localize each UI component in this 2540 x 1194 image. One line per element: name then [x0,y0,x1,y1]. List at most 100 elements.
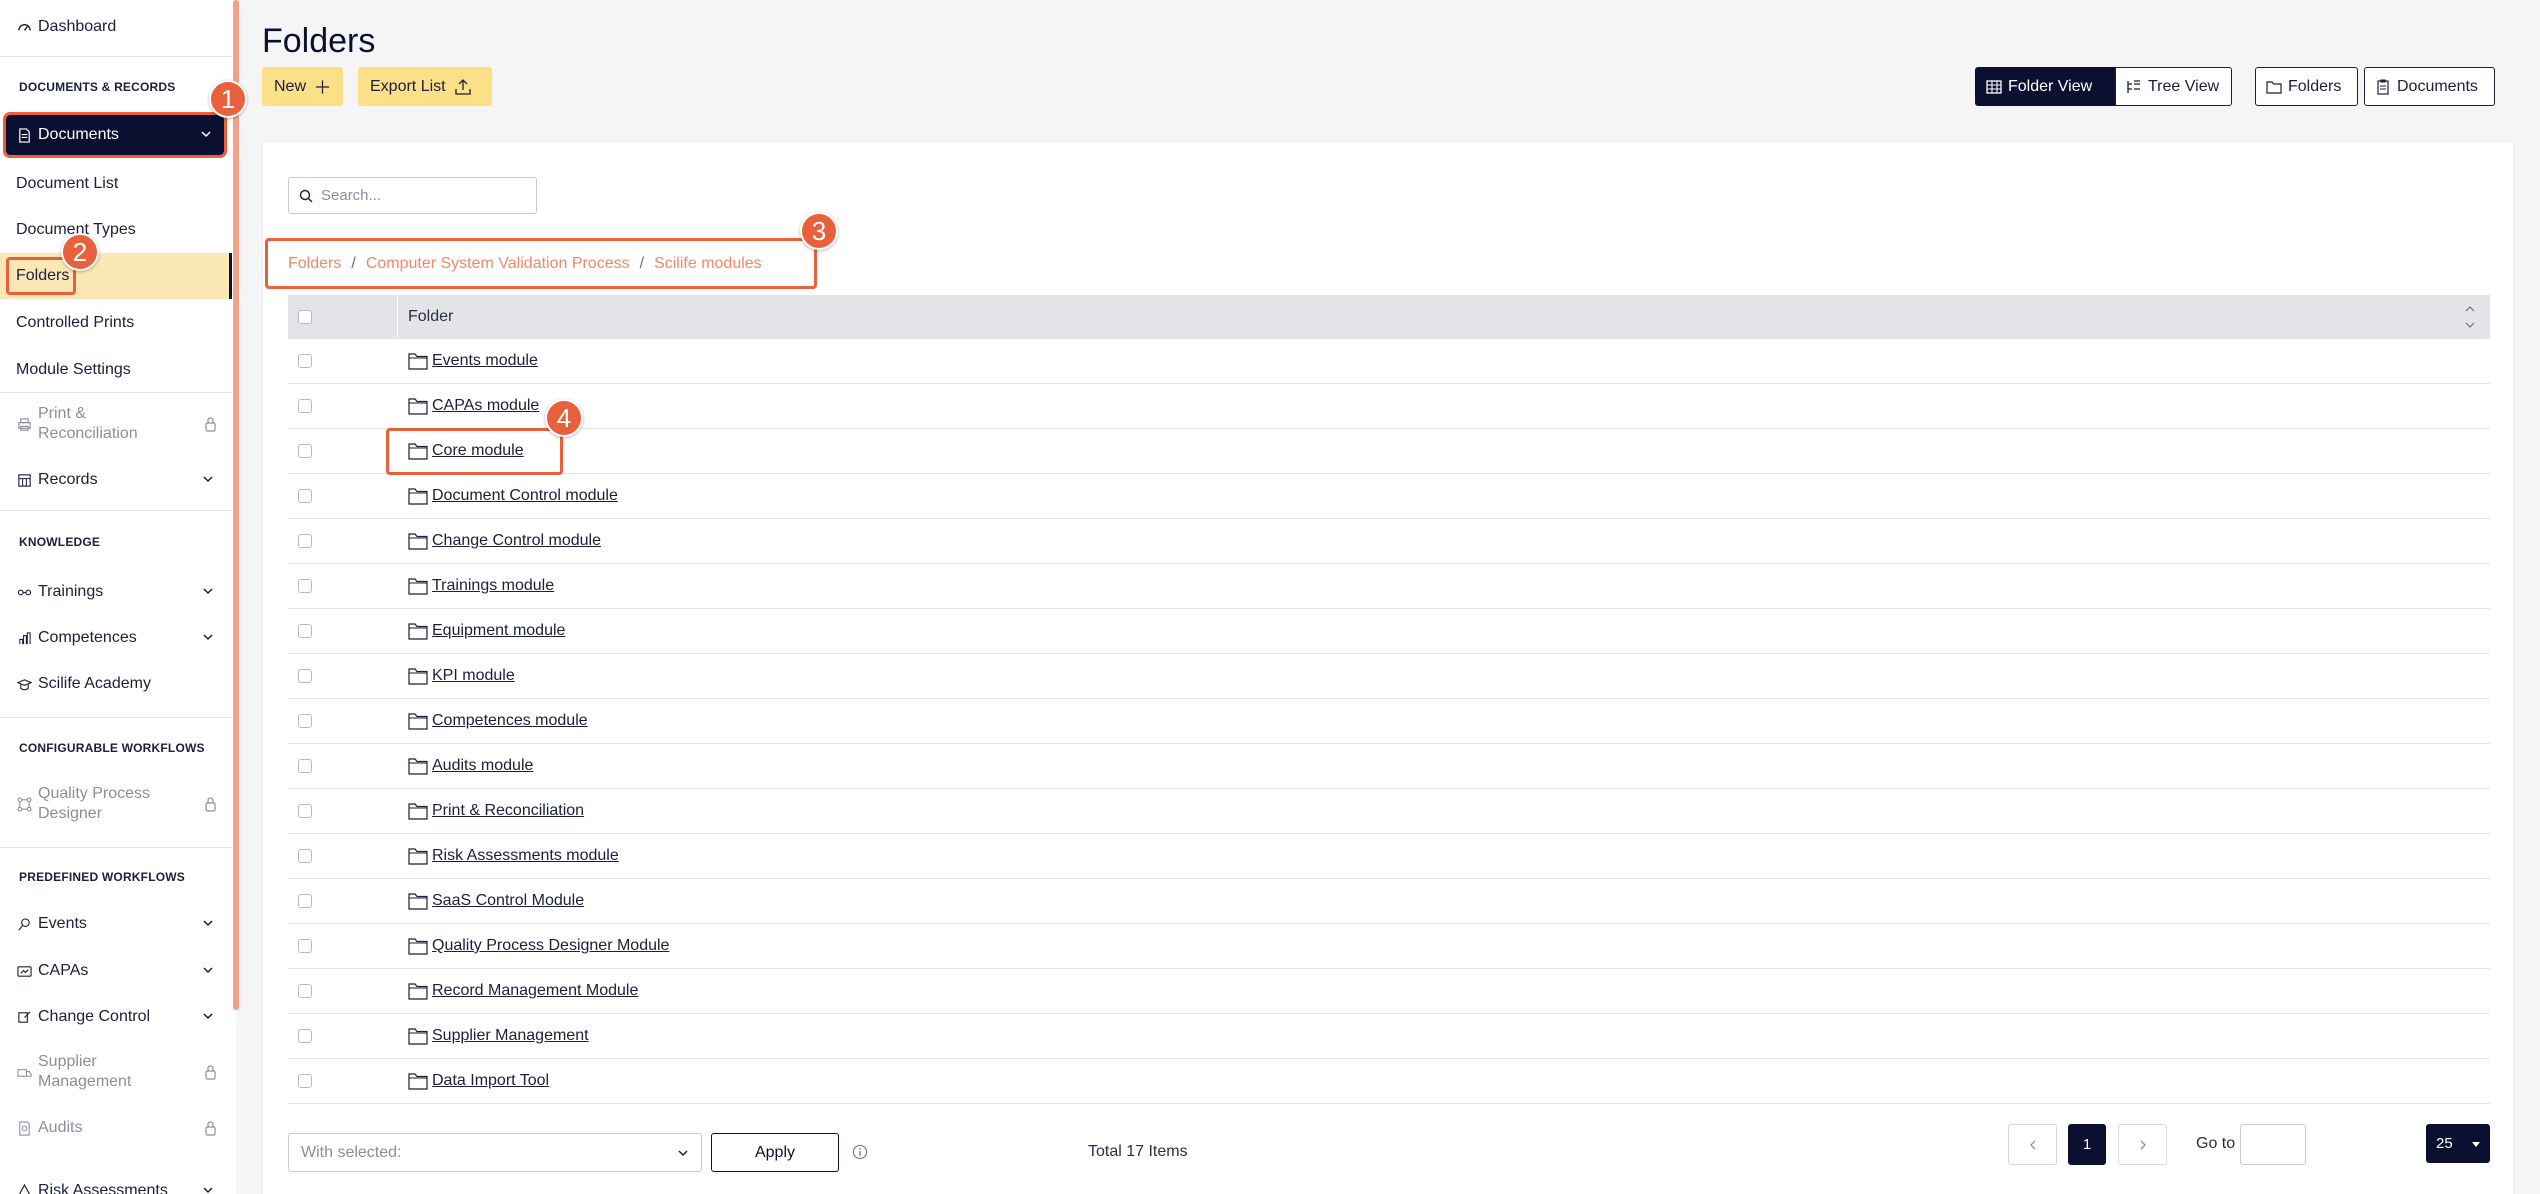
row-checkbox[interactable] [298,444,312,458]
table-row[interactable]: KPI module [288,654,2490,699]
table-row[interactable]: Core module [288,429,2490,474]
change-control-icon [16,1009,32,1025]
documents-toggle-button[interactable]: Documents [2364,67,2495,106]
row-checkbox[interactable] [298,804,312,818]
row-checkbox[interactable] [298,714,312,728]
folder-link[interactable]: Data Import Tool [432,1072,549,1090]
sidebar-item-dashboard[interactable]: Dashboard [0,16,232,38]
folder-cell: Document Control module [398,487,618,505]
sidebar-item-risk-assessments[interactable]: Risk Assessments [0,1180,232,1194]
folder-link[interactable]: Quality Process Designer Module [432,937,669,955]
folder-link[interactable]: Trainings module [432,577,554,595]
sidebar-item-trainings[interactable]: Trainings [0,581,232,603]
sidebar-item-print-reconciliation[interactable]: Print & Reconciliation [0,403,232,445]
breadcrumb-item-csv-process[interactable]: Computer System Validation Process [366,255,630,273]
folder-view-button[interactable]: Folder View [1975,67,2116,106]
table-row[interactable]: Audits module [288,744,2490,789]
row-checkbox[interactable] [298,669,312,683]
new-button[interactable]: New [262,67,343,106]
folder-link[interactable]: Document Control module [432,487,618,505]
search-box[interactable] [288,177,537,214]
table-row[interactable]: CAPAs module [288,384,2490,429]
folder-link[interactable]: Change Control module [432,532,601,550]
table-row[interactable]: Data Import Tool [288,1059,2490,1104]
table-row[interactable]: Quality Process Designer Module [288,924,2490,969]
sidebar-item-label: Document List [16,175,119,192]
folder-link[interactable]: Audits module [432,757,533,775]
apply-button[interactable]: Apply [711,1133,839,1172]
row-checkbox[interactable] [298,489,312,503]
info-icon[interactable] [852,1144,868,1160]
sidebar-item-controlled-prints[interactable]: Controlled Prints [0,312,232,334]
breadcrumb-item-folders[interactable]: Folders [288,255,341,273]
folder-link[interactable]: Print & Reconciliation [432,802,584,820]
sidebar-item-document-types[interactable]: Document Types [0,219,232,241]
row-checkbox[interactable] [298,579,312,593]
next-page-button[interactable] [2118,1124,2167,1165]
folder-link[interactable]: Risk Assessments module [432,847,619,865]
sidebar-scrollbar[interactable] [233,0,239,1010]
folder-link[interactable]: Events module [432,352,538,370]
table-row[interactable]: Change Control module [288,519,2490,564]
page-number-current[interactable]: 1 [2068,1124,2106,1165]
sidebar-item-quality-process-designer[interactable]: Quality Process Designer [0,783,232,825]
sidebar-item-competences[interactable]: Competences [0,627,232,649]
capas-icon [16,963,32,979]
table-row[interactable]: Equipment module [288,609,2490,654]
row-checkbox[interactable] [298,1029,312,1043]
previous-page-button[interactable] [2008,1124,2057,1165]
column-header-folder[interactable]: Folder [398,308,2490,326]
sidebar-item-documents[interactable]: Documents [3,112,227,158]
table-row[interactable]: Events module [288,339,2490,384]
folder-cell: Competences module [398,712,588,730]
folder-link[interactable]: Supplier Management [432,1027,589,1045]
divider [0,510,232,511]
goto-page-input[interactable] [2240,1124,2306,1165]
bulk-action-select[interactable]: With selected: [288,1133,702,1172]
row-checkbox[interactable] [298,624,312,638]
page-size-select[interactable]: 25 [2426,1124,2490,1163]
row-checkbox[interactable] [298,1074,312,1088]
table-row[interactable]: Record Management Module [288,969,2490,1014]
row-checkbox[interactable] [298,849,312,863]
folders-toggle-button[interactable]: Folders [2255,67,2358,106]
folder-link[interactable]: CAPAs module [432,397,539,415]
folder-link[interactable]: Equipment module [432,622,565,640]
search-input[interactable] [321,187,521,204]
sidebar-item-document-list[interactable]: Document List [0,173,232,195]
table-row[interactable]: Risk Assessments module [288,834,2490,879]
row-checkbox[interactable] [298,534,312,548]
export-list-button[interactable]: Export List [358,67,492,106]
select-all-checkbox[interactable] [298,310,312,324]
table-row[interactable]: Print & Reconciliation [288,789,2490,834]
row-checkbox[interactable] [298,984,312,998]
row-checkbox[interactable] [298,894,312,908]
row-checkbox[interactable] [298,939,312,953]
folder-cell: Supplier Management [398,1027,589,1045]
row-checkbox[interactable] [298,354,312,368]
sidebar-item-capas[interactable]: CAPAs [0,960,232,982]
sidebar-item-change-control[interactable]: Change Control [0,1006,232,1028]
tree-view-button[interactable]: Tree View [2115,67,2232,106]
folder-link[interactable]: KPI module [432,667,515,685]
row-select-cell [288,1029,398,1043]
sidebar-item-module-settings[interactable]: Module Settings [0,359,232,381]
sidebar-item-supplier-management[interactable]: Supplier Management [0,1051,232,1093]
folder-link[interactable]: SaaS Control Module [432,892,584,910]
folder-link[interactable]: Record Management Module [432,982,638,1000]
table-row[interactable]: Supplier Management [288,1014,2490,1059]
table-row[interactable]: Competences module [288,699,2490,744]
table-row[interactable]: Document Control module [288,474,2490,519]
sidebar-item-records[interactable]: Records [0,469,232,491]
sidebar-item-audits[interactable]: Audits [0,1117,232,1139]
breadcrumb-item-scilife-modules[interactable]: Scilife modules [654,255,762,273]
sidebar-item-label: Records [38,471,98,488]
table-row[interactable]: Trainings module [288,564,2490,609]
folder-link[interactable]: Competences module [432,712,588,730]
sort-icon[interactable] [2464,303,2476,331]
sidebar-item-scilife-academy[interactable]: Scilife Academy [0,673,232,695]
row-checkbox[interactable] [298,399,312,413]
sidebar-item-events[interactable]: Events [0,913,232,935]
table-row[interactable]: SaaS Control Module [288,879,2490,924]
row-checkbox[interactable] [298,759,312,773]
